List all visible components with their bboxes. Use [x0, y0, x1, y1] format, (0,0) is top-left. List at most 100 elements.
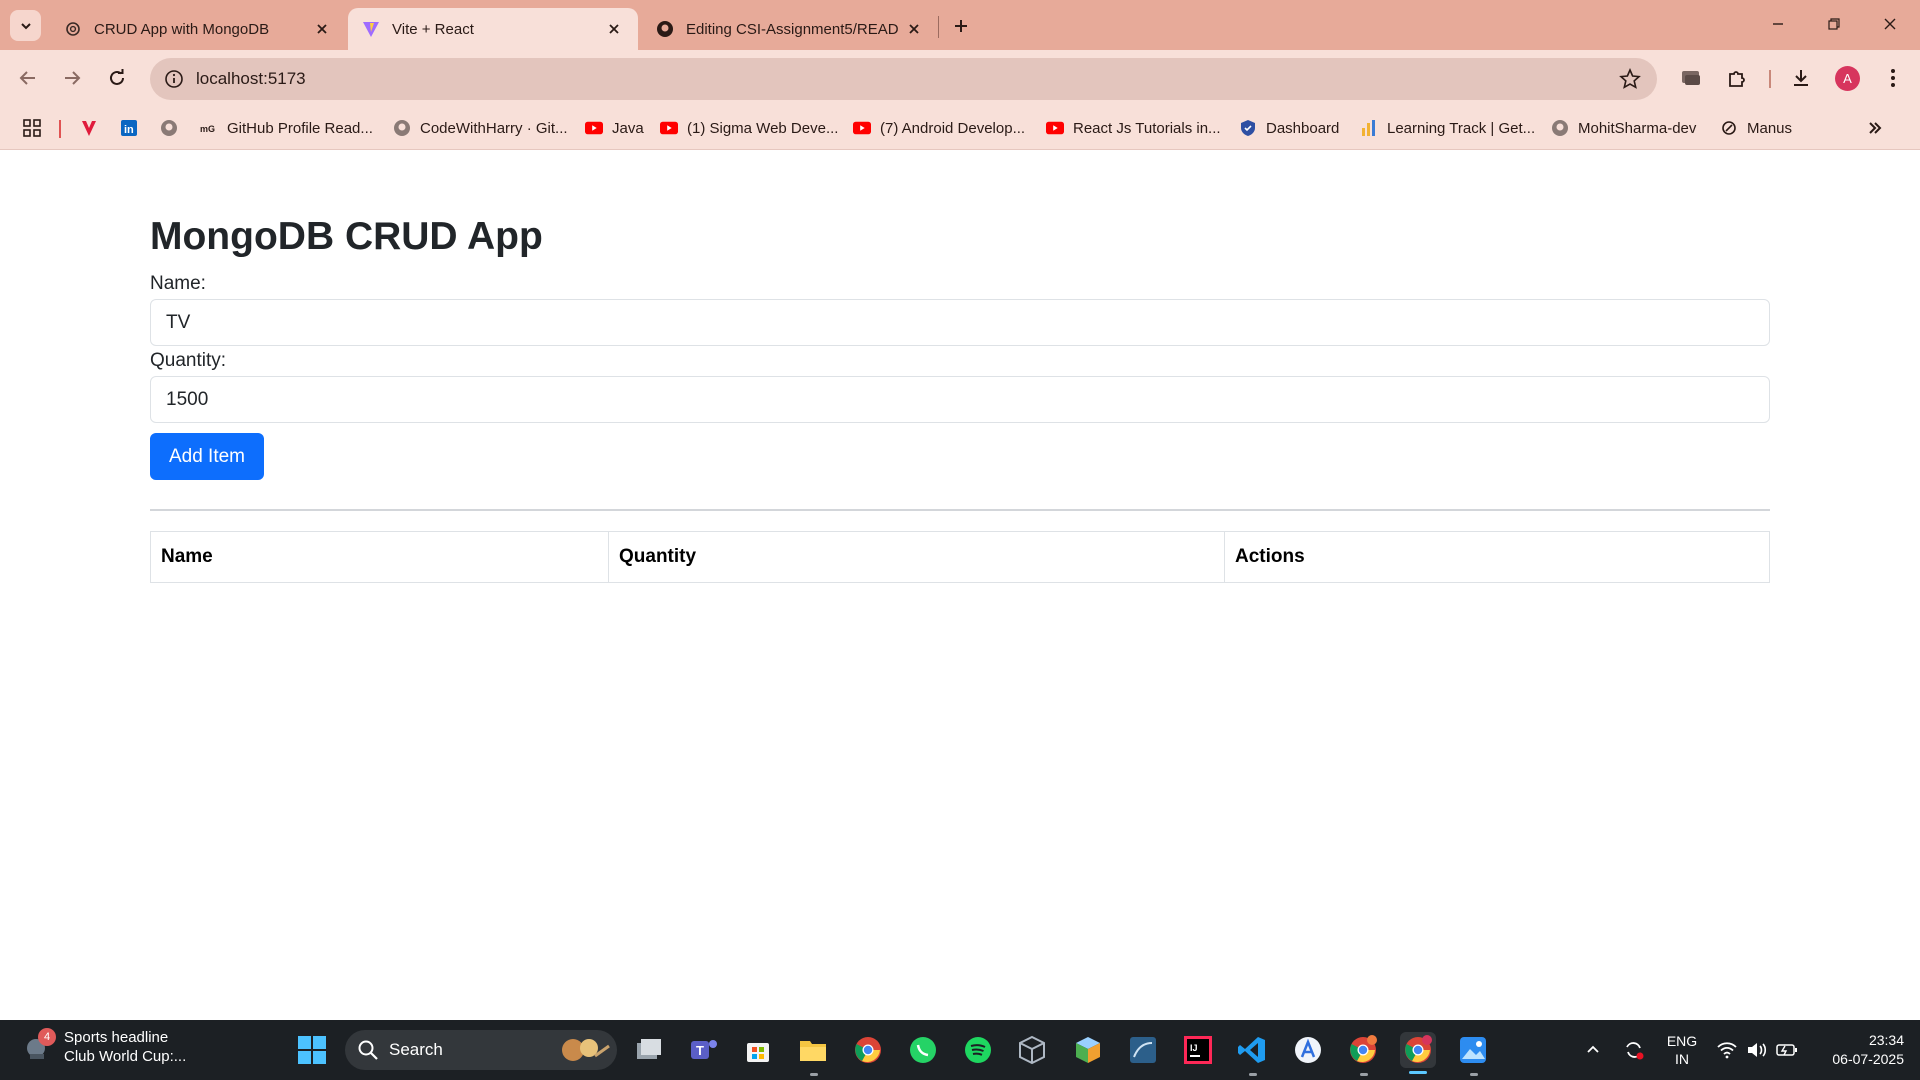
tab-title: CRUD App with MongoDB	[94, 20, 270, 38]
github-icon	[1551, 119, 1569, 137]
spotify-icon[interactable]	[960, 1032, 996, 1068]
address-bar[interactable]: localhost:5173	[150, 58, 1657, 100]
bookmark-codewithharry[interactable]: CodeWithHarry · Git...	[393, 117, 568, 139]
language-indicator[interactable]: ENG IN	[1660, 1020, 1704, 1080]
media-cast-icon[interactable]	[1676, 63, 1706, 93]
close-icon[interactable]	[604, 19, 624, 39]
chrome-profile-icon[interactable]	[1345, 1032, 1381, 1068]
whatsapp-icon[interactable]	[905, 1032, 941, 1068]
bookmark-manus[interactable]: Manus	[1720, 117, 1792, 139]
column-header-actions: Actions	[1224, 531, 1770, 583]
add-item-button[interactable]: Add Item	[150, 433, 264, 480]
quantity-input[interactable]	[150, 376, 1770, 423]
close-window-button[interactable]	[1870, 8, 1910, 40]
search-highlight-icon	[562, 1039, 610, 1061]
tab-separator	[938, 16, 939, 38]
svg-text:G: G	[208, 124, 215, 134]
more-menu-icon[interactable]	[1878, 63, 1908, 93]
bookmark-java[interactable]: Java	[585, 117, 644, 139]
url-text[interactable]: localhost:5173	[196, 69, 306, 89]
windows-start-icon[interactable]	[294, 1032, 330, 1068]
battery-icon[interactable]	[1774, 1020, 1800, 1080]
column-header-name: Name	[150, 531, 609, 583]
browser-toolbar: localhost:5173 A	[0, 50, 1920, 106]
bookmark-learning-track[interactable]: Learning Track | Get...	[1360, 117, 1535, 139]
tab-vite-react[interactable]: Vite + React	[348, 8, 638, 50]
tab-crud-app[interactable]: CRUD App with MongoDB	[50, 8, 346, 50]
region-code: IN	[1675, 1051, 1689, 1067]
bookmarks-bar: in mG GitHub Profile Read... CodeWithHar…	[0, 106, 1920, 150]
extensions-puzzle-icon[interactable]	[1722, 63, 1752, 93]
microsoft-store-icon[interactable]	[740, 1032, 776, 1068]
bookmark-linkedin[interactable]: in	[120, 117, 138, 139]
bookmark-label: Manus	[1747, 119, 1793, 137]
file-explorer-running-indicator	[810, 1073, 818, 1076]
virtualbox-icon[interactable]	[1014, 1032, 1050, 1068]
bookmark-android[interactable]: (7) Android Develop...	[853, 117, 1025, 139]
reload-icon	[110, 69, 124, 85]
new-tab-button[interactable]	[948, 13, 974, 39]
svg-text:T: T	[696, 1043, 704, 1058]
volume-icon[interactable]	[1744, 1020, 1770, 1080]
site-info-icon[interactable]	[164, 69, 184, 89]
toolbar-divider	[1769, 70, 1771, 88]
bookmark-dashboard[interactable]: Dashboard	[1239, 117, 1339, 139]
back-button[interactable]	[12, 62, 44, 94]
bookmark-star-icon[interactable]	[1619, 68, 1641, 90]
task-view-icon[interactable]	[631, 1032, 667, 1068]
wifi-icon[interactable]	[1714, 1020, 1740, 1080]
clock[interactable]: 23:34 06-07-2025	[1810, 1020, 1904, 1080]
download-icon[interactable]	[1786, 63, 1816, 93]
bookmark-label: GitHub Profile Read...	[227, 119, 373, 137]
photos-icon[interactable]	[1455, 1032, 1491, 1068]
app-store-a-icon[interactable]	[1290, 1032, 1326, 1068]
show-hidden-icons-button[interactable]	[1580, 1020, 1606, 1080]
bookmark-sigma-web[interactable]: (1) Sigma Web Deve...	[660, 117, 838, 139]
taskbar-search[interactable]: Search	[345, 1030, 617, 1070]
news-headline: Sports headline	[64, 1029, 169, 1046]
bookmark-label: Dashboard	[1266, 119, 1340, 137]
tab-search-button[interactable]	[10, 10, 41, 41]
chrome-active-indicator	[1409, 1071, 1427, 1074]
file-explorer-icon[interactable]	[795, 1032, 831, 1068]
bookmark-mohitsharma[interactable]: MohitSharma-dev	[1551, 117, 1696, 139]
name-label: Name:	[150, 273, 206, 294]
bookmarks-overflow-button[interactable]	[1866, 117, 1884, 139]
bookmark-vercel[interactable]	[80, 117, 98, 139]
chrome-active-icon[interactable]	[1400, 1032, 1436, 1068]
language-code: ENG	[1666, 1033, 1698, 1049]
forward-button[interactable]	[56, 62, 88, 94]
bookmark-github-profile[interactable]: mG GitHub Profile Read...	[200, 117, 373, 139]
bookmark-divider	[59, 120, 61, 138]
minimize-button[interactable]	[1758, 8, 1798, 40]
chrome-profile-running-indicator	[1360, 1073, 1368, 1076]
tab-title: Editing CSI-Assignment5/READ	[686, 20, 899, 38]
close-icon[interactable]	[904, 19, 924, 39]
profile-avatar[interactable]: A	[1835, 66, 1860, 91]
close-icon[interactable]	[312, 19, 332, 39]
github-icon	[656, 20, 674, 38]
browser-tab-strip: CRUD App with MongoDB Vite + React Editi…	[0, 0, 1920, 50]
chrome-icon[interactable]	[850, 1032, 886, 1068]
bookmark-github[interactable]	[160, 117, 178, 139]
chart-icon	[1360, 119, 1378, 137]
mysql-workbench-icon[interactable]	[1125, 1032, 1161, 1068]
bookmark-apps[interactable]	[23, 117, 41, 139]
name-input[interactable]	[150, 299, 1770, 346]
restore-button[interactable]	[1814, 8, 1854, 40]
reload-button[interactable]	[101, 62, 133, 94]
cube-app-icon[interactable]	[1070, 1032, 1106, 1068]
page-content: MongoDB CRUD App Name: Quantity: Add Ite…	[0, 151, 1920, 1020]
intellij-icon[interactable]: IJ	[1180, 1032, 1216, 1068]
bookmark-react-tutorials[interactable]: React Js Tutorials in...	[1046, 117, 1221, 139]
table-header-row: Name Quantity Actions	[150, 531, 1770, 583]
tab-github-editing[interactable]: Editing CSI-Assignment5/READ	[642, 8, 938, 50]
news-widget[interactable]: 4 Sports headline Club World Cup:...	[22, 1028, 186, 1066]
arrow-left-icon	[19, 71, 35, 85]
teams-icon[interactable]: T	[686, 1032, 722, 1068]
clock-time: 23:34	[1868, 1032, 1904, 1048]
sync-status-icon[interactable]	[1620, 1020, 1648, 1080]
chevron-double-right-icon	[1866, 119, 1884, 137]
youtube-icon	[853, 119, 871, 137]
vscode-icon[interactable]	[1234, 1032, 1270, 1068]
